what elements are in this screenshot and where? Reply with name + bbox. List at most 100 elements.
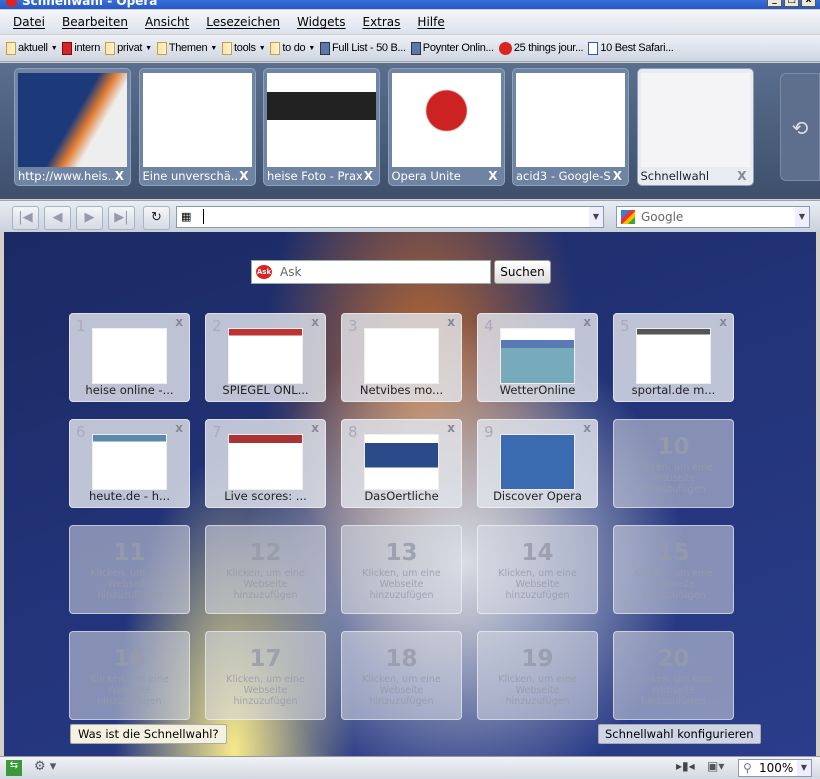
tile-close-button[interactable]: x [719, 315, 727, 329]
configure-speed-dial-button[interactable]: Schnellwahl konfigurieren [598, 724, 761, 744]
speed-dial-tile[interactable]: 4 x WetterOnline [477, 313, 598, 402]
tab-close-button[interactable]: X [364, 169, 373, 183]
bookmark-label: Poynter Onlin... [422, 42, 494, 54]
bookmark-item[interactable]: 25 things jour... [498, 41, 584, 55]
speed-dial-tile[interactable]: 9 x Discover Opera [477, 419, 598, 508]
empty-speed-dial-tile[interactable]: 13 Klicken, um eine Webseite hinzuzufügen [341, 525, 462, 614]
speed-dial-tile[interactable]: 5 x sportal.de m... [613, 313, 734, 402]
tile-number: 2 [212, 317, 222, 335]
closed-tabs-trash-button[interactable]: ⟲ [780, 73, 820, 181]
add-page-hint: Klicken, um eine Webseite hinzuzufügen [634, 674, 713, 707]
panel-toggle-icon[interactable]: ▸▮◂ [676, 759, 695, 773]
empty-speed-dial-tile[interactable]: 15 Klicken, um eine Webseite hinzuzufügen [613, 525, 734, 614]
bookmark-item[interactable]: privat ▼ [105, 41, 152, 55]
empty-speed-dial-tile[interactable]: 10 Klicken, um eine Webseite hinzuzufügen [613, 419, 734, 508]
zoom-dropdown[interactable]: ▼ [797, 760, 811, 776]
opera-unite-icon[interactable]: ⇆ [6, 760, 22, 776]
dropdown-arrow-icon[interactable]: ▼ [308, 45, 315, 52]
tile-title: sportal.de m... [631, 383, 716, 397]
tile-number: 4 [484, 317, 494, 335]
menu-datei[interactable]: Datei [13, 15, 45, 29]
bookmark-item[interactable]: Themen ▼ [156, 41, 217, 55]
tab[interactable]: acid3 - Google-S...X [512, 68, 629, 186]
menu-lesezeichen[interactable]: Lesezeichen [206, 15, 280, 29]
what-is-speed-dial-button[interactable]: Was ist die Schnellwahl? [70, 724, 227, 744]
empty-speed-dial-tile[interactable]: 17 Klicken, um eine Webseite hinzuzufügen [205, 631, 326, 720]
tile-number: 20 [657, 646, 690, 672]
address-dropdown[interactable]: ▼ [589, 207, 603, 227]
minimize-button[interactable]: _ [767, 0, 782, 7]
maximize-button[interactable]: □ [784, 0, 799, 7]
search-field[interactable]: Google ▼ [616, 206, 810, 228]
tab[interactable]: Eine unverschä... X [138, 68, 256, 186]
fast-forward-button[interactable]: ▶| [108, 206, 135, 230]
speed-dial-tile[interactable]: 8 x DasOertliche [341, 419, 462, 508]
empty-speed-dial-tile[interactable]: 19 Klicken, um eine Webseite hinzuzufügen [477, 631, 598, 720]
tile-thumbnail [364, 434, 439, 490]
dropdown-arrow-icon[interactable]: ▼ [51, 45, 58, 52]
tile-close-button[interactable]: x [583, 421, 591, 435]
speed-dial-tile[interactable]: 2 x SPIEGEL ONL... [205, 313, 326, 402]
empty-speed-dial-tile[interactable]: 20 Klicken, um eine Webseite hinzuzufügen [613, 631, 734, 720]
close-button[interactable]: x [801, 0, 816, 7]
tile-close-button[interactable]: x [175, 421, 183, 435]
reload-button[interactable]: ↻ [143, 206, 170, 230]
menu-widgets[interactable]: Widgets [297, 15, 346, 29]
back-button[interactable]: ◀ [44, 206, 71, 230]
tile-close-button[interactable]: x [311, 421, 319, 435]
tile-close-button[interactable]: x [583, 315, 591, 329]
turbo-icon[interactable]: ⚙ ▾ [34, 759, 56, 774]
bookmark-item[interactable]: Poynter Onlin... [410, 41, 494, 55]
tab-close-button[interactable]: X [239, 169, 248, 183]
rewind-button[interactable]: |◀ [12, 206, 39, 230]
speed-dial-tile[interactable]: 3 x Netvibes mo... [341, 313, 462, 402]
bookmark-item[interactable]: aktuell ▼ [6, 41, 58, 55]
speed-dial-tile[interactable]: 7 x Live scores: ... [205, 419, 326, 508]
empty-speed-dial-tile[interactable]: 14 Klicken, um eine Webseite hinzuzufügen [477, 525, 598, 614]
menu-hilfe[interactable]: Hilfe [417, 15, 444, 29]
bookmark-item[interactable]: tools ▼ [222, 41, 266, 55]
menu-bearbeiten[interactable]: Bearbeiten [62, 15, 128, 29]
search-dropdown[interactable]: ▼ [795, 207, 809, 227]
add-page-hint: Klicken, um eine Webseite hinzuzufügen [498, 674, 577, 707]
tile-thumbnail [500, 434, 575, 490]
search-button[interactable]: Suchen [494, 260, 551, 284]
tab-close-button[interactable]: X [613, 169, 622, 183]
menu-ansicht[interactable]: Ansicht [145, 15, 189, 29]
tab[interactable]: Schnellwahl X [636, 68, 754, 186]
ask-search-input[interactable]: Ask Ask [251, 260, 491, 284]
tab[interactable]: http://www.heis... X [14, 68, 131, 186]
tile-close-button[interactable]: x [447, 315, 455, 329]
bookmark-item[interactable]: to do ▼ [270, 41, 315, 55]
tab-thumbnail [516, 73, 625, 167]
tile-close-button[interactable]: x [175, 315, 183, 329]
address-field[interactable]: ▦ ▼ [176, 206, 604, 228]
speed-dial-tile[interactable]: 1 x heise online -... [69, 313, 190, 402]
tab-close-button[interactable]: X [488, 169, 497, 183]
tile-close-button[interactable]: x [447, 421, 455, 435]
empty-speed-dial-tile[interactable]: 11 Klicken, um eine Webseite hinzuzufügen [69, 525, 190, 614]
tab-close-button[interactable]: X [737, 169, 746, 183]
menu-extras[interactable]: Extras [362, 15, 400, 29]
tile-number: 1 [76, 317, 86, 335]
dropdown-arrow-icon[interactable]: ▼ [210, 45, 217, 52]
tab-close-button[interactable]: X [115, 169, 124, 183]
tab[interactable]: heise Foto - Praxis X [263, 68, 380, 186]
empty-speed-dial-tile[interactable]: 12 Klicken, um eine Webseite hinzuzufügen [205, 525, 326, 614]
tab-thumbnail [18, 73, 127, 167]
folder-icon [156, 41, 167, 55]
speed-dial-page: Ask Ask Suchen Was ist die Schnellwahl? S… [4, 232, 816, 756]
tab[interactable]: Opera Unite X [387, 68, 505, 186]
dropdown-arrow-icon[interactable]: ▼ [145, 45, 152, 52]
tile-close-button[interactable]: x [311, 315, 319, 329]
image-view-icon[interactable]: ▣▾ [707, 759, 724, 773]
bookmark-item[interactable]: intern [62, 41, 100, 55]
speed-dial-tile[interactable]: 6 x heute.de - h... [69, 419, 190, 508]
empty-speed-dial-tile[interactable]: 18 Klicken, um eine Webseite hinzuzufügen [341, 631, 462, 720]
forward-button[interactable]: ▶ [76, 206, 103, 230]
zoom-select[interactable]: ⚲ 100% ▼ [738, 759, 812, 777]
empty-speed-dial-tile[interactable]: 16 Klicken, um eine Webseite hinzuzufügen [69, 631, 190, 720]
bookmark-item[interactable]: 10 Best Safari... [588, 41, 674, 55]
dropdown-arrow-icon[interactable]: ▼ [259, 45, 266, 52]
bookmark-item[interactable]: Full List - 50 B... [320, 41, 406, 55]
